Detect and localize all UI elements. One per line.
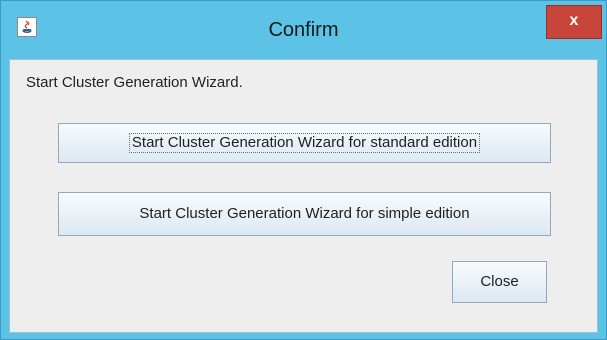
- confirm-dialog-window: Confirm x Start Cluster Generation Wizar…: [0, 0, 607, 340]
- close-button-label: Close: [480, 273, 519, 290]
- start-standard-wizard-button[interactable]: Start Cluster Generation Wizard for stan…: [58, 123, 551, 163]
- close-button[interactable]: Close: [452, 261, 547, 303]
- window-title: Confirm: [268, 19, 339, 41]
- standard-button-label: Start Cluster Generation Wizard for stan…: [128, 133, 481, 153]
- dialog-message: Start Cluster Generation Wizard.: [26, 74, 243, 91]
- title-bar[interactable]: Confirm x: [1, 1, 606, 59]
- start-simple-wizard-button[interactable]: Start Cluster Generation Wizard for simp…: [58, 192, 551, 236]
- simple-button-label: Start Cluster Generation Wizard for simp…: [139, 205, 470, 222]
- close-icon: x: [569, 12, 579, 29]
- window-close-button[interactable]: x: [546, 5, 602, 39]
- dialog-content: Start Cluster Generation Wizard. Start C…: [9, 59, 598, 333]
